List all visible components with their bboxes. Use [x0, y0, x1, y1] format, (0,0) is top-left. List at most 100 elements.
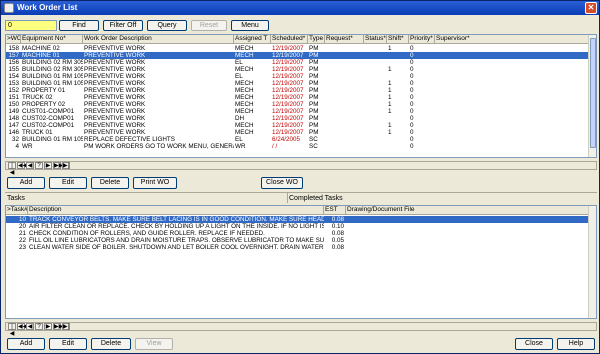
filter-off-button[interactable]: Filter Off: [103, 20, 143, 31]
reset-button[interactable]: Reset: [191, 20, 227, 31]
shift-cell: 1: [388, 94, 392, 101]
column-header[interactable]: EST: [324, 206, 346, 215]
table-row[interactable]: 22 FILL OIL LINE LUBRICATORS AND DRAIN MO…: [6, 237, 589, 244]
wo-delete-button[interactable]: Delete: [91, 177, 129, 189]
table-row[interactable]: 150 PROPERTY 02 PREVENTIVE WORK MECH 12/19/2…: [6, 101, 589, 108]
wo-add-button[interactable]: Add: [7, 177, 45, 189]
page-forward-button[interactable]: ▶▶: [53, 162, 63, 169]
first-record-button[interactable]: |◀: [8, 162, 16, 176]
print-wo-button[interactable]: Print WO: [133, 177, 177, 189]
task-vertical-scrollbar[interactable]: [588, 206, 596, 318]
wo-number-cell: 151: [8, 94, 19, 101]
drawing-file-cell: [346, 223, 589, 230]
help-button[interactable]: Help: [557, 338, 595, 350]
next-record-button[interactable]: ▶: [44, 162, 52, 169]
status-cell: [364, 143, 387, 150]
column-header[interactable]: Type: [308, 35, 325, 44]
table-row[interactable]: 23 CLEAN WATER SIDE OF BOILER. SHUTDOWN A…: [6, 244, 589, 251]
close-button[interactable]: Close: [515, 338, 553, 350]
table-row[interactable]: 157 MACHINE 01 PREVENTIVE WORK MECH 12/19/20…: [6, 52, 589, 59]
table-row[interactable]: 156 BUILDING 02 RM 305 PREVENTIVE WORK EL 12…: [6, 59, 589, 66]
description-cell: REPLACE DEFECTIVE LIGHTS: [84, 136, 175, 143]
table-row[interactable]: 152 PROPERTY 01 PREVENTIVE WORK MECH 12/19/2…: [6, 87, 589, 94]
prev-record-button[interactable]: ◀: [26, 162, 34, 169]
column-header[interactable]: Work Order Description: [83, 35, 234, 44]
query-button[interactable]: Query: [147, 20, 187, 31]
table-row[interactable]: 149 CUST01-COMP01 PREVENTIVE WORK MECH 12/19…: [6, 108, 589, 115]
table-row[interactable]: 10 TRACK CONVEYOR BELTS. MAKE SURE BELT L…: [6, 216, 589, 223]
supervisor-cell: [435, 115, 589, 122]
last-record-button[interactable]: ▶|: [62, 162, 70, 169]
description-cell: PREVENTIVE WORK: [84, 94, 146, 101]
equipment-cell: WR: [22, 143, 33, 150]
scheduled-cell: 12/19/2007: [272, 52, 304, 59]
first-record-button[interactable]: |◀: [8, 323, 16, 337]
table-row[interactable]: 20 AIR FILTER CLEAN OR REPLACE. CHECK BY …: [6, 223, 589, 230]
table-row[interactable]: 32 BUILDING 01 RM 105 REPLACE DEFECTIVE LI…: [6, 136, 589, 143]
page-back-button[interactable]: ◀◀: [17, 323, 27, 330]
task-delete-button[interactable]: Delete: [91, 338, 131, 350]
column-header[interactable]: Equipment No*: [21, 35, 83, 44]
table-row[interactable]: 21 CHECK CONDITION OF ROLLERS, AND GUIDE …: [6, 230, 589, 237]
wo-vertical-scrollbar[interactable]: [588, 35, 596, 157]
page-forward-button[interactable]: ▶▶: [53, 323, 63, 330]
prev-record-button[interactable]: ◀: [26, 323, 34, 330]
last-record-button[interactable]: ▶|: [62, 323, 70, 330]
table-row[interactable]: 158 MACHINE 02 PREVENTIVE WORK MECH 12/19/20…: [6, 45, 589, 52]
task-number-cell: 22: [18, 237, 26, 244]
table-row[interactable]: 4 WR PM WORK ORDERS GO TO WORK MENU, GENER…: [6, 143, 589, 150]
type-cell: PM: [309, 66, 319, 73]
menu-button[interactable]: Menu: [231, 20, 269, 31]
supervisor-cell: [435, 73, 589, 80]
column-header[interactable]: Assigned T: [234, 35, 271, 44]
column-header[interactable]: Drawing/Document File: [346, 206, 589, 215]
request-cell: [325, 52, 364, 59]
description-cell: PREVENTIVE WORK: [84, 59, 146, 66]
table-row[interactable]: 148 CUST02-COMP01 PREVENTIVE WORK DH 12/19/2…: [6, 115, 589, 122]
wo-scroll-thumb[interactable]: [590, 38, 596, 148]
tab-tasks[interactable]: Tasks: [7, 195, 25, 202]
table-row[interactable]: 153 BUILDING 01 RM 105 PREVENTIVE WORK MECH…: [6, 80, 589, 87]
table-row[interactable]: 146 TRUCK 01 PREVENTIVE WORK MECH 12/19/2007…: [6, 129, 589, 136]
help-nav-button[interactable]: ?: [35, 323, 43, 330]
scheduled-cell: 12/19/2007: [272, 87, 304, 94]
table-row[interactable]: 154 BUILDING 01 RM 105 PREVENTIVE WORK EL 12…: [6, 73, 589, 80]
find-button[interactable]: Find: [59, 20, 99, 31]
column-header[interactable]: Priority*: [409, 35, 435, 44]
help-nav-button[interactable]: ?: [35, 162, 43, 169]
wo-number-cell: 156: [8, 59, 19, 66]
table-row[interactable]: 151 TRUCK 02 PREVENTIVE WORK MECH 12/19/2007…: [6, 94, 589, 101]
column-header[interactable]: Scheduled*: [271, 35, 308, 44]
wo-edit-button[interactable]: Edit: [49, 177, 87, 189]
column-header[interactable]: Supervisor*: [435, 35, 589, 44]
table-row[interactable]: 155 BUILDING 02 RM 305 PREVENTIVE WORK MECH…: [6, 66, 589, 73]
task-number-cell: 23: [18, 244, 26, 251]
tab-completed-tasks[interactable]: Completed Tasks: [289, 195, 343, 202]
equipment-cell: BUILDING 01 RM 105: [22, 73, 83, 80]
est-cell: 0.08: [331, 230, 344, 237]
search-input[interactable]: 0: [5, 20, 57, 31]
scheduled-cell: 12/19/2007: [272, 101, 304, 108]
column-header[interactable]: >WO No: [6, 35, 21, 44]
task-edit-button[interactable]: Edit: [49, 338, 87, 350]
equipment-cell: TRUCK 01: [22, 129, 53, 136]
task-number-cell: 21: [18, 230, 26, 237]
column-header[interactable]: Shift*: [387, 35, 409, 44]
page-back-button[interactable]: ◀◀: [17, 162, 27, 169]
tab-separator: [287, 193, 288, 203]
column-header[interactable]: Status*: [364, 35, 387, 44]
supervisor-cell: [435, 59, 589, 66]
request-cell: [325, 66, 364, 73]
column-header[interactable]: Description: [28, 206, 324, 215]
shift-cell: 1: [388, 87, 392, 94]
window-close-button[interactable]: ✕: [585, 2, 597, 14]
description-cell: PREVENTIVE WORK: [84, 73, 146, 80]
column-header[interactable]: Request*: [325, 35, 364, 44]
next-record-button[interactable]: ▶: [44, 323, 52, 330]
task-view-button[interactable]: View: [135, 338, 173, 350]
task-add-button[interactable]: Add: [7, 338, 45, 350]
close-wo-button[interactable]: Close WO: [261, 177, 303, 189]
wo-number-cell: 152: [8, 87, 19, 94]
table-row[interactable]: 147 CUST02-COMP01 PREVENTIVE WORK MECH 12/19…: [6, 122, 589, 129]
column-header[interactable]: >Task#: [6, 206, 28, 215]
